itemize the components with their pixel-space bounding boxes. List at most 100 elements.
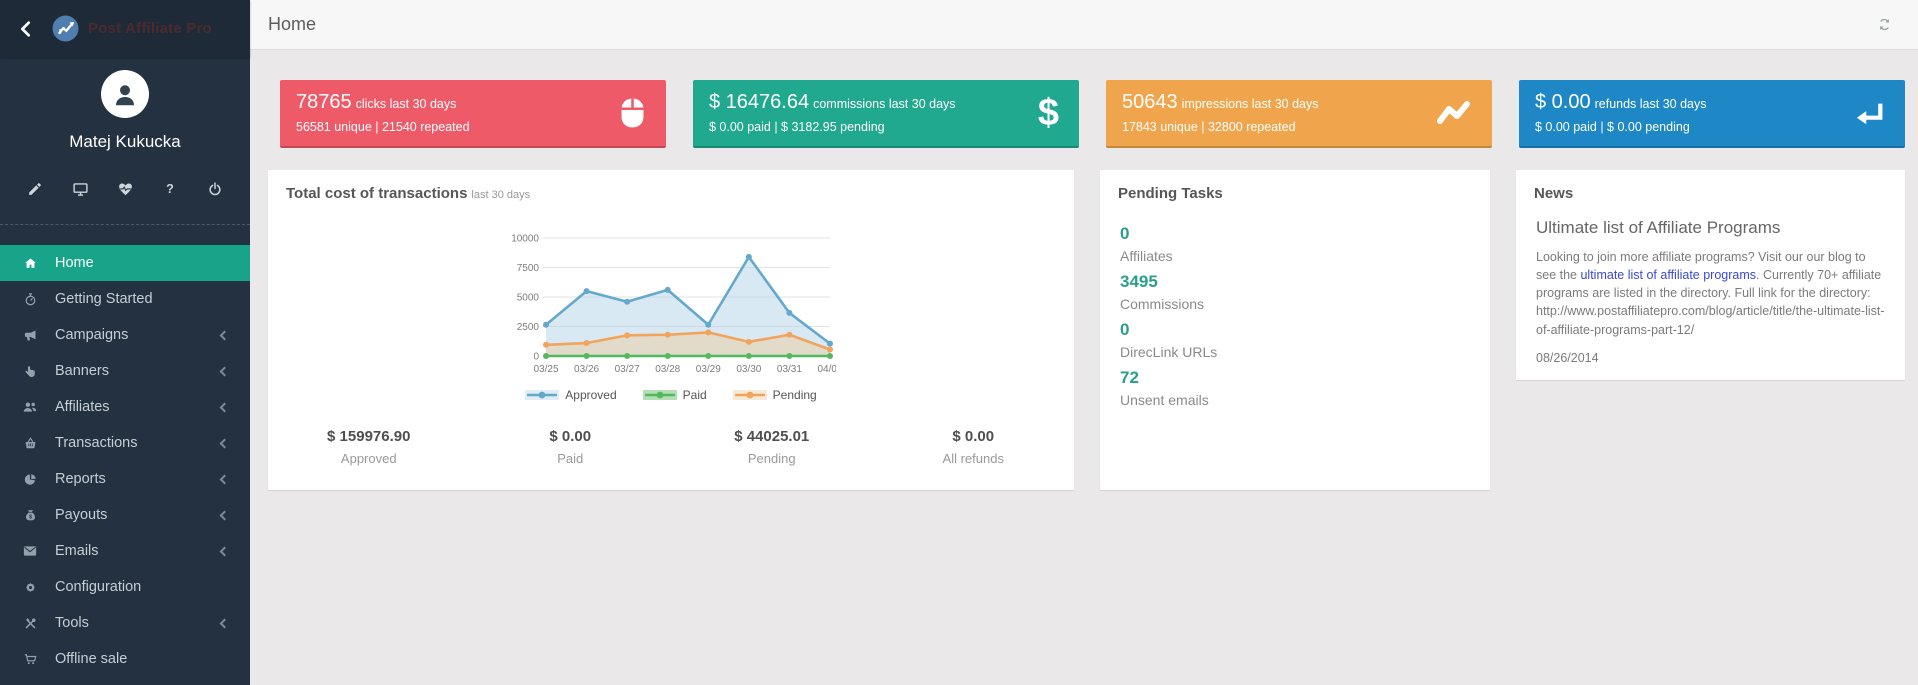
svg-text:03/26: 03/26 — [574, 364, 599, 375]
stat-cards-row: 78765clicks last 30 days 56581 unique | … — [280, 80, 1905, 148]
transactions-chart-panel: Total cost of transactionslast 30 days 0… — [268, 170, 1074, 490]
refunds-card[interactable]: $ 0.00refunds last 30 days $ 0.00 paid |… — [1519, 80, 1905, 148]
summary-all-refunds: $ 0.00 All refunds — [873, 428, 1075, 466]
commissions-card[interactable]: $ 16476.64commissions last 30 days $ 0.0… — [693, 80, 1079, 148]
user-name: Matej Kukucka — [0, 132, 250, 152]
question-icon[interactable]: ? — [161, 180, 179, 198]
sidebar-item-transactions[interactable]: Transactions — [0, 425, 250, 461]
refresh-icon[interactable] — [1876, 16, 1893, 33]
chevron-left-icon — [220, 510, 230, 520]
task-value[interactable]: 0 — [1120, 320, 1470, 340]
stopwatch-icon — [22, 291, 38, 307]
chart-panel-title: Total cost of transactionslast 30 days — [268, 170, 1074, 202]
sidebar-item-affiliates[interactable]: Affiliates — [0, 389, 250, 425]
legend-item: Pending — [733, 388, 817, 402]
sidebar-item-campaigns[interactable]: Campaigns — [0, 317, 250, 353]
svg-text:$: $ — [29, 514, 32, 520]
svg-text:03/30: 03/30 — [736, 364, 761, 375]
app-logo-icon — [52, 15, 79, 42]
power-icon[interactable] — [206, 180, 224, 198]
clicks-card[interactable]: 78765clicks last 30 days 56581 unique | … — [280, 80, 666, 148]
sidebar-item-payouts[interactable]: $ Payouts — [0, 497, 250, 533]
panels-row: Total cost of transactionslast 30 days 0… — [268, 170, 1905, 490]
chevron-left-icon — [220, 402, 230, 412]
chart-summary-row: $ 159976.90 Approved $ 0.00 Paid $ 44025… — [268, 428, 1074, 466]
sidebar-item-getting-started[interactable]: Getting Started — [0, 281, 250, 317]
sidebar-item-tools[interactable]: Tools — [0, 605, 250, 641]
svg-text:7500: 7500 — [517, 263, 540, 274]
user-profile: Matej Kukucka — [0, 57, 250, 152]
news-article-title: Ultimate list of Affiliate Programs — [1516, 202, 1905, 238]
legend-item: Approved — [525, 388, 616, 402]
svg-text:0: 0 — [533, 352, 539, 363]
sidebar-item-reports[interactable]: Reports — [0, 461, 250, 497]
page-title: Home — [268, 14, 316, 35]
news-link[interactable]: ultimate list of affiliate programs — [1580, 268, 1756, 282]
chart-canvas: 02500500075001000003/2503/2603/2703/2803… — [506, 228, 836, 386]
monitor-icon[interactable] — [71, 180, 89, 198]
task-label: DirecLink URLs — [1120, 344, 1470, 360]
mouse-icon — [619, 95, 646, 132]
return-arrow-icon — [1855, 99, 1885, 127]
chart-legend: Approved Paid Pending — [525, 388, 816, 402]
home-icon — [22, 255, 38, 271]
sidebar-menu: Home Getting Started Campaigns Banners A… — [0, 224, 250, 677]
chevron-left-icon — [220, 330, 230, 340]
summary-approved: $ 159976.90 Approved — [268, 428, 470, 466]
task-value[interactable]: 0 — [1120, 224, 1470, 244]
money-bag-icon: $ — [22, 507, 38, 523]
svg-text:03/28: 03/28 — [655, 364, 680, 375]
summary-pending: $ 44025.01 Pending — [671, 428, 873, 466]
news-panel: News Ultimate list of Affiliate Programs… — [1516, 170, 1905, 380]
summary-paid: $ 0.00 Paid — [470, 428, 672, 466]
avatar[interactable] — [101, 70, 149, 118]
hand-pointer-icon — [22, 363, 38, 379]
news-date: 08/26/2014 — [1516, 339, 1905, 365]
collapse-sidebar-button[interactable] — [0, 19, 52, 39]
sidebar-header: Post Affiliate Pro — [0, 0, 250, 57]
pending-tasks-list: 0 Affiliates 3495 Commissions 0 DirecLin… — [1100, 202, 1490, 408]
cart-icon — [22, 651, 38, 667]
svg-text:5000: 5000 — [517, 293, 540, 304]
envelope-icon — [22, 543, 38, 559]
news-title: News — [1516, 170, 1905, 202]
trend-line-icon — [1436, 100, 1472, 126]
quick-actions: ? — [0, 152, 250, 224]
svg-text:03/27: 03/27 — [615, 364, 640, 375]
sidebar-item-offline-sale[interactable]: Offline sale — [0, 641, 250, 677]
chevron-left-icon — [220, 618, 230, 628]
basket-icon — [22, 435, 38, 451]
chevron-left-icon — [220, 438, 230, 448]
topbar: Home — [250, 0, 1918, 50]
chevron-left-icon — [220, 546, 230, 556]
pencil-icon[interactable] — [26, 180, 44, 198]
sidebar-item-banners[interactable]: Banners — [0, 353, 250, 389]
task-label: Affiliates — [1120, 248, 1470, 264]
sidebar-item-configuration[interactable]: Configuration — [0, 569, 250, 605]
person-icon — [110, 79, 140, 109]
pending-tasks-panel: Pending Tasks 0 Affiliates 3495 Commissi… — [1100, 170, 1490, 490]
heartbeat-icon[interactable] — [116, 180, 134, 198]
task-label: Unsent emails — [1120, 392, 1470, 408]
legend-item: Paid — [643, 388, 707, 402]
users-icon — [22, 399, 38, 415]
news-body: Looking to join more affiliate programs?… — [1516, 238, 1905, 339]
task-value[interactable]: 72 — [1120, 368, 1470, 388]
svg-text:03/29: 03/29 — [696, 364, 721, 375]
task-label: Commissions — [1120, 296, 1470, 312]
sidebar-item-home[interactable]: Home — [0, 245, 250, 281]
impressions-card[interactable]: 50643impressions last 30 days 17843 uniq… — [1106, 80, 1492, 148]
chevron-left-icon — [220, 474, 230, 484]
main-content: 78765clicks last 30 days 56581 unique | … — [250, 50, 1918, 685]
sidebar: Post Affiliate Pro Matej Kukucka ? — [0, 0, 250, 685]
dollar-icon: $ — [1038, 94, 1059, 132]
svg-text:10000: 10000 — [511, 234, 539, 245]
sidebar-item-emails[interactable]: Emails — [0, 533, 250, 569]
svg-text:?: ? — [166, 182, 174, 196]
chevron-left-icon — [220, 366, 230, 376]
task-value[interactable]: 3495 — [1120, 272, 1470, 292]
megaphone-icon — [22, 327, 38, 343]
gear-icon — [22, 579, 38, 595]
pending-tasks-title: Pending Tasks — [1100, 170, 1490, 202]
svg-text:03/31: 03/31 — [777, 364, 802, 375]
